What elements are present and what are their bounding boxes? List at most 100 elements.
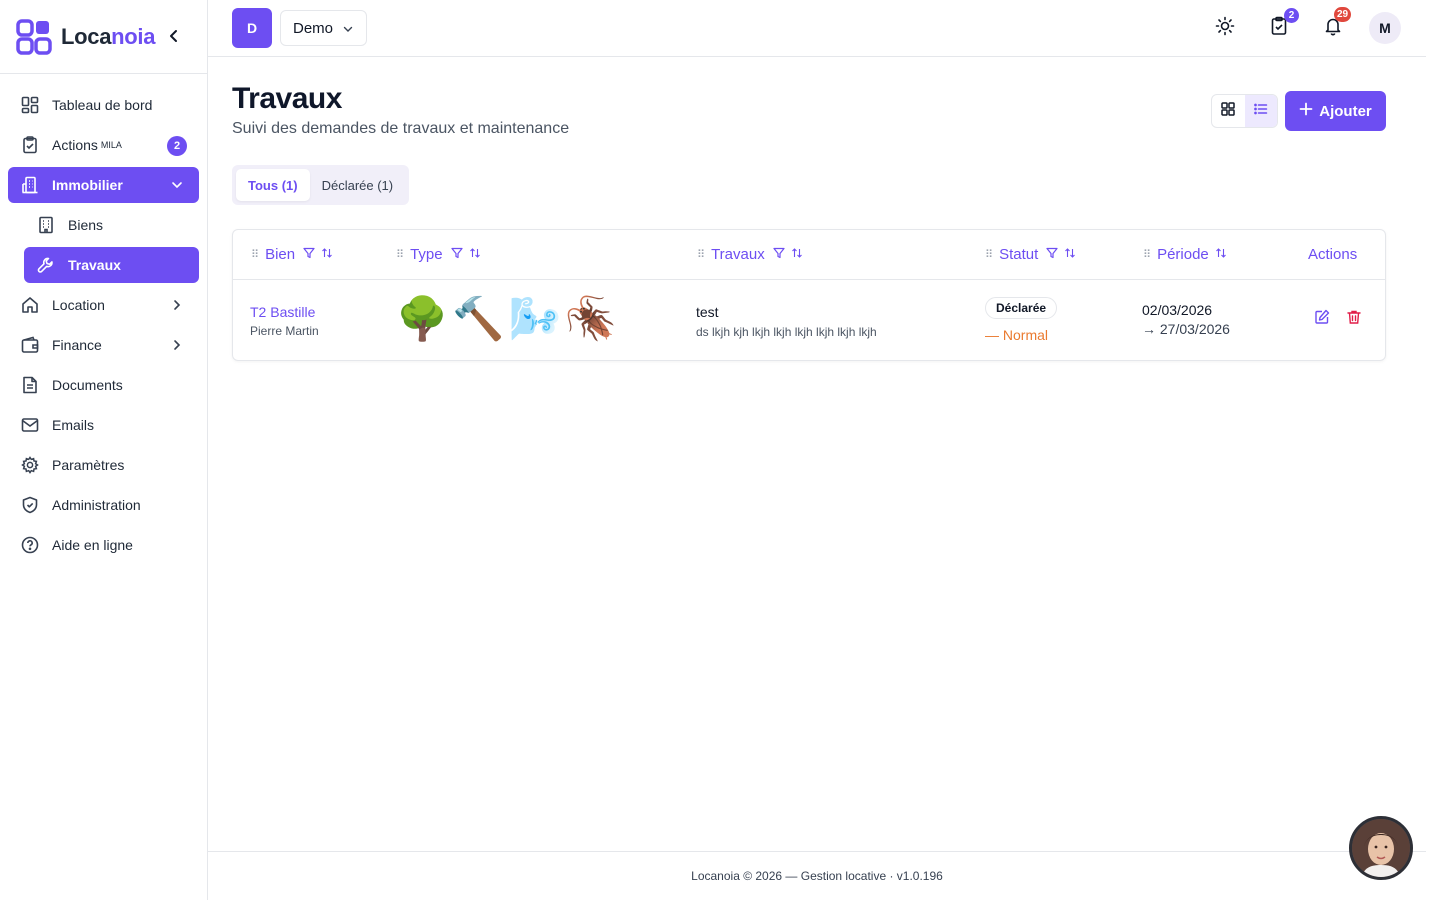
delete-button[interactable] [1345, 310, 1363, 328]
sun-icon [1215, 16, 1235, 41]
app-logo-text: Locanoia [61, 23, 156, 49]
chevron-down-icon [169, 177, 185, 193]
app-root: Locanoia Tableau de bord ActionsMILA 2 [0, 0, 1440, 900]
chevron-down-icon [342, 22, 354, 39]
sidebar-item-location[interactable]: Location [8, 287, 199, 323]
sidebar-item-immobilier[interactable]: Immobilier [8, 167, 199, 203]
add-button[interactable]: Ajouter [1285, 91, 1386, 131]
travaux-table: ⠿ Bien ⠿ Type ⠿ Travaux ⠿ Statut ⠿ Pério… [232, 229, 1386, 361]
edit-button[interactable] [1313, 309, 1331, 328]
statut-cell: Déclarée — Normal [985, 297, 1058, 343]
drag-handle-icon[interactable]: ⠿ [251, 248, 259, 261]
sidebar-item-finance[interactable]: Finance [8, 327, 199, 363]
chevron-right-icon [169, 297, 185, 313]
wallet-icon [20, 335, 40, 355]
travaux-title: test [696, 304, 719, 320]
sort-icon[interactable] [469, 246, 481, 263]
drag-handle-icon[interactable]: ⠿ [985, 248, 993, 261]
mila-superscript: MILA [100, 140, 122, 150]
dashboard-icon [20, 95, 40, 115]
periode-cell: 02/03/2026 → 27/03/2026 [1142, 302, 1230, 337]
drag-handle-icon[interactable]: ⠿ [1143, 248, 1151, 261]
sidebar-item-travaux[interactable]: Travaux [24, 247, 199, 283]
sidebar: Locanoia Tableau de bord ActionsMILA 2 [0, 0, 208, 900]
table-header: ⠿ Bien ⠿ Type ⠿ Travaux ⠿ Statut ⠿ Pério… [233, 230, 1385, 280]
sidebar-item-label: Immobilier [52, 177, 123, 193]
type-cell: 🌳 🔨 🌬️ 🪳 [396, 293, 621, 345]
filter-icon[interactable] [303, 246, 315, 263]
drag-handle-icon[interactable]: ⠿ [396, 248, 404, 261]
footer: Locanoia © 2026 — Gestion locative · v1.… [208, 851, 1426, 900]
tenant-name: Pierre Martin [250, 324, 319, 338]
sidebar-item-actions[interactable]: Actions MILA 2 [8, 127, 199, 163]
start-date: 02/03/2026 [1142, 302, 1213, 318]
sidebar-item-label: Biens [68, 217, 104, 233]
list-view-button[interactable] [1244, 95, 1277, 127]
gear-icon [20, 455, 40, 475]
clipboard-check-icon [20, 135, 40, 155]
sidebar-item-biens[interactable]: Biens [24, 207, 199, 243]
sort-icon[interactable] [1215, 246, 1227, 263]
sidebar-item-aide[interactable]: Aide en ligne [8, 527, 199, 563]
shield-icon [20, 495, 40, 515]
column-label: Actions [1308, 246, 1358, 263]
sort-icon[interactable] [791, 246, 803, 263]
assistant-avatar-icon [1352, 819, 1410, 877]
ventilation-icon: 🌬️ [508, 295, 561, 342]
sidebar-item-label: Travaux [68, 257, 121, 273]
sidebar-item-label: Administration [52, 497, 141, 513]
sidebar-item-administration[interactable]: Administration [8, 487, 199, 523]
collapse-sidebar-button[interactable] [166, 26, 182, 46]
status-badge: Déclarée [985, 297, 1058, 319]
hammer-icon: 🔨 [452, 295, 505, 342]
sort-icon[interactable] [321, 246, 333, 263]
sidebar-item-documents[interactable]: Documents [8, 367, 199, 403]
filter-icon[interactable] [1046, 246, 1058, 263]
sidebar-item-parametres[interactable]: Paramètres [8, 447, 199, 483]
filter-icon[interactable] [450, 246, 463, 263]
column-header-type[interactable]: ⠿ Type [396, 246, 481, 263]
assistant-avatar-button[interactable] [1349, 816, 1413, 880]
tab-declaree[interactable]: Déclarée (1) [310, 169, 406, 201]
column-header-actions: Actions [1308, 246, 1357, 263]
tab-tous[interactable]: Tous (1) [236, 169, 310, 201]
column-header-statut[interactable]: ⠿ Statut [985, 246, 1076, 263]
page-subtitle: Suivi des demandes de travaux et mainten… [232, 120, 570, 137]
office-building-icon [36, 215, 56, 235]
home-icon [20, 295, 40, 315]
column-header-bien[interactable]: ⠿ Bien [251, 246, 333, 263]
column-header-travaux[interactable]: ⠿ Travaux [697, 246, 803, 263]
sidebar-item-label: Aide en ligne [52, 537, 133, 553]
org-select-value: Demo [293, 19, 334, 37]
drag-handle-icon[interactable]: ⠿ [697, 248, 705, 261]
sidebar-item-emails[interactable]: Emails [8, 407, 199, 443]
sidebar-item-label: Finance [52, 337, 102, 353]
sidebar-item-dashboard[interactable]: Tableau de bord [8, 87, 199, 123]
trash-icon [1346, 309, 1362, 330]
add-button-label: Ajouter [1319, 102, 1372, 120]
user-avatar[interactable]: M [1369, 12, 1401, 44]
sidebar-item-label: Tableau de bord [52, 97, 153, 113]
org-select[interactable]: Demo [280, 10, 367, 46]
footer-text: Locanoia © 2026 — Gestion locative · v1.… [691, 869, 943, 883]
cockroach-icon: 🪳 [564, 295, 618, 342]
bien-link[interactable]: T2 Bastille [250, 304, 319, 320]
view-toggle [1211, 94, 1278, 128]
logo-row: Locanoia [0, 0, 207, 74]
sort-icon[interactable] [1064, 246, 1076, 263]
grid-view-button[interactable] [1212, 95, 1245, 127]
org-avatar[interactable]: D [232, 8, 272, 48]
theme-toggle-button[interactable] [1211, 14, 1239, 42]
wrench-icon [36, 255, 56, 275]
column-label: Travaux [711, 246, 765, 263]
mail-icon [20, 415, 40, 435]
column-header-periode[interactable]: ⠿ Période [1143, 246, 1227, 263]
travaux-description: ds lkjh kjh lkjh lkjh lkjh lkjh lkjh lkj… [696, 325, 877, 339]
help-icon [20, 535, 40, 555]
sidebar-item-label: Documents [52, 377, 123, 393]
bien-cell: T2 Bastille Pierre Martin [250, 304, 319, 338]
sidebar-item-label: Location [52, 297, 105, 313]
filter-icon[interactable] [773, 246, 785, 263]
logo-icon [16, 18, 52, 55]
travaux-cell: test ds lkjh kjh lkjh lkjh lkjh lkjh lkj… [696, 304, 877, 339]
